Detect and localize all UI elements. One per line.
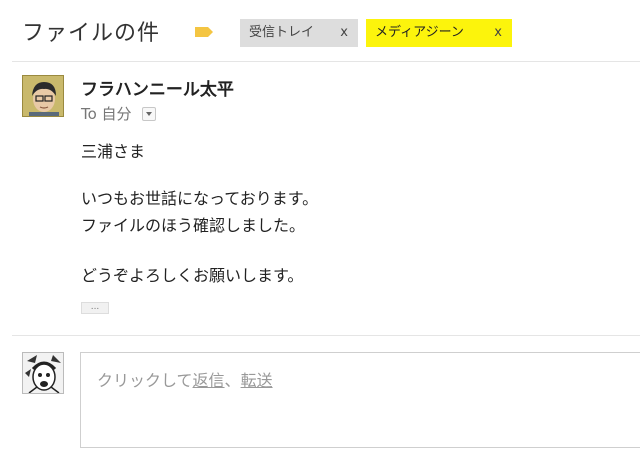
label-inbox-text: 受信トレイ (249, 25, 315, 40)
thread-subject: ファイルの件 (22, 21, 161, 46)
thread-header: ファイルの件 受信トレイ x メディアジーン x (0, 0, 640, 62)
remove-label-mediagene-button[interactable]: x (494, 19, 502, 47)
body-closing: どうぞよろしくお願いします。 (81, 266, 304, 285)
body-greeting: 三浦さま (81, 142, 146, 161)
label-inbox: 受信トレイ x (240, 19, 358, 47)
reply-prompt: クリックして返信、転送 (97, 367, 273, 391)
sender-name[interactable]: フラハンニール太平 (81, 75, 234, 100)
important-marker-icon[interactable] (194, 26, 214, 38)
reply-divider (12, 335, 640, 336)
reply-prompt-text: クリックして (97, 371, 193, 390)
recipient-line: To 自分 (81, 103, 157, 124)
sender-avatar[interactable] (22, 75, 64, 117)
reply-forward-box[interactable]: クリックして返信、転送 (80, 352, 640, 448)
remove-label-inbox-button[interactable]: x (340, 19, 348, 47)
reply-separator: 、 (224, 371, 241, 390)
sender-portrait-icon (23, 76, 63, 116)
label-mediagene-text: メディアジーン (375, 25, 464, 40)
show-details-dropdown-icon[interactable] (142, 106, 157, 121)
label-mediagene: メディアジーン x (366, 19, 512, 47)
body-line: ファイルのほう確認しました。 (81, 216, 306, 235)
body-line: いつもお世話になっております。 (81, 189, 319, 208)
reply-link[interactable]: 返信 (193, 371, 225, 390)
header-divider (12, 61, 640, 62)
show-trimmed-content-button[interactable]: ... (81, 302, 109, 314)
recipient-text: To 自分 (81, 105, 132, 123)
my-portrait-icon (23, 353, 63, 393)
my-avatar[interactable] (22, 352, 64, 394)
forward-link[interactable]: 転送 (241, 371, 273, 390)
